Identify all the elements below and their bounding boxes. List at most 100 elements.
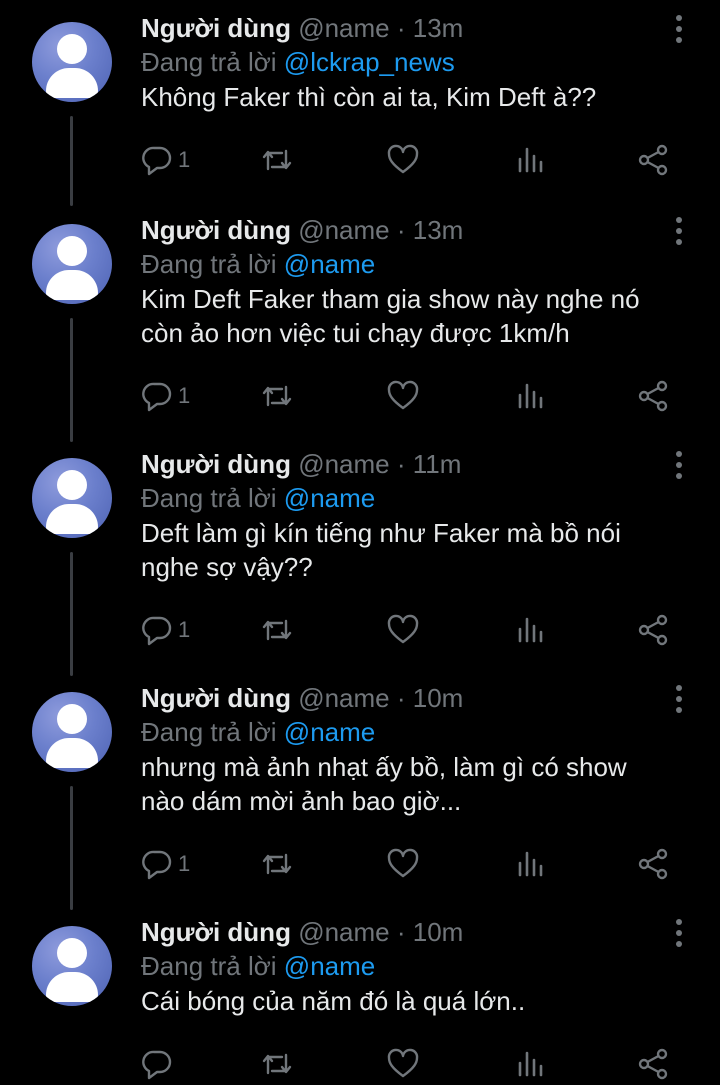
avatar[interactable]: [32, 458, 112, 538]
views-icon: [518, 383, 543, 409]
reply-button[interactable]: 1: [140, 378, 190, 414]
mention-link[interactable]: @name: [284, 249, 375, 279]
timestamp[interactable]: 13m: [413, 13, 464, 43]
separator-dot: ·: [396, 13, 406, 43]
reply-icon: [142, 1050, 172, 1080]
retweet-icon: [262, 1053, 292, 1075]
retweet-button[interactable]: [260, 142, 294, 178]
reply-button[interactable]: 1: [140, 846, 190, 882]
views-button[interactable]: [514, 1046, 548, 1082]
views-button[interactable]: [514, 142, 548, 178]
tweet[interactable]: Người dùng @name · 13m Đang trả lời @lck…: [0, 0, 720, 234]
tweet[interactable]: Người dùng @name · 10m Đang trả lời @nam…: [0, 670, 720, 910]
replying-to: Đang trả lời @name: [141, 716, 375, 748]
replying-label: Đang trả lời: [141, 47, 277, 77]
tweet-header: Người dùng @name · 13m: [141, 214, 463, 246]
timestamp[interactable]: 13m: [413, 215, 464, 245]
user-handle[interactable]: @name: [298, 13, 389, 43]
reply-button[interactable]: 1: [140, 142, 190, 178]
reply-count: 1: [178, 851, 191, 876]
tweet-text: Deft làm gì kín tiếng như Faker mà bồ nó…: [141, 518, 621, 582]
thread-connector-line: [70, 786, 73, 910]
replying-label: Đang trả lời: [141, 951, 277, 981]
separator-dot: ·: [396, 683, 406, 713]
timestamp[interactable]: 10m: [413, 683, 464, 713]
retweet-icon: [262, 853, 292, 875]
mention-link[interactable]: @name: [284, 717, 375, 747]
reply-count: 1: [178, 147, 191, 172]
tweet[interactable]: Người dùng @name · 13m Đang trả lời @nam…: [0, 202, 720, 442]
like-icon: [387, 380, 419, 410]
timestamp[interactable]: 11m: [413, 449, 462, 479]
tweet-header: Người dùng @name · 10m: [141, 916, 463, 948]
share-icon: [638, 380, 668, 412]
like-button[interactable]: [386, 142, 420, 178]
more-options-icon[interactable]: [664, 12, 694, 46]
action-bar: 1: [140, 142, 680, 178]
mention-link[interactable]: @name: [284, 951, 375, 981]
views-button[interactable]: [514, 378, 548, 414]
views-icon: [518, 617, 543, 643]
replying-to: Đang trả lời @name: [141, 950, 375, 982]
more-options-icon[interactable]: [664, 682, 694, 716]
action-bar: 1: [140, 612, 680, 648]
share-button[interactable]: [636, 1046, 670, 1082]
user-handle[interactable]: @name: [298, 683, 389, 713]
avatar[interactable]: [32, 22, 112, 102]
retweet-button[interactable]: [260, 612, 294, 648]
like-button[interactable]: [386, 1046, 420, 1082]
like-icon: [387, 1048, 419, 1078]
replying-to: Đang trả lời @name: [141, 482, 375, 514]
display-name[interactable]: Người dùng: [141, 917, 291, 947]
timestamp[interactable]: 10m: [413, 917, 464, 947]
display-name[interactable]: Người dùng: [141, 215, 291, 245]
display-name[interactable]: Người dùng: [141, 449, 291, 479]
reply-button[interactable]: 1: [140, 612, 190, 648]
share-icon: [638, 614, 668, 646]
avatar[interactable]: [32, 692, 112, 772]
share-button[interactable]: [636, 378, 670, 414]
like-button[interactable]: [386, 846, 420, 882]
share-button[interactable]: [636, 846, 670, 882]
views-icon: [518, 851, 543, 877]
share-button[interactable]: [636, 142, 670, 178]
tweet-header: Người dùng @name · 13m: [141, 12, 463, 44]
replying-label: Đang trả lời: [141, 717, 277, 747]
mention-link[interactable]: @lckrap_news: [284, 47, 455, 77]
display-name[interactable]: Người dùng: [141, 13, 291, 43]
more-options-icon[interactable]: [664, 916, 694, 950]
separator-dot: ·: [396, 449, 406, 479]
mention-link[interactable]: @name: [284, 483, 375, 513]
display-name[interactable]: Người dùng: [141, 683, 291, 713]
retweet-button[interactable]: [260, 1046, 294, 1082]
user-handle[interactable]: @name: [298, 917, 389, 947]
tweet-header: Người dùng @name · 11m: [141, 448, 461, 480]
like-button[interactable]: [386, 378, 420, 414]
avatar[interactable]: [32, 224, 112, 304]
retweet-button[interactable]: [260, 378, 294, 414]
retweet-button[interactable]: [260, 846, 294, 882]
tweet-text: nhưng mà ảnh nhạt ấy bồ, làm gì có show …: [141, 752, 627, 816]
action-bar: [140, 1046, 680, 1082]
more-options-icon[interactable]: [664, 448, 694, 482]
like-button[interactable]: [386, 612, 420, 648]
reply-button[interactable]: [140, 1046, 178, 1082]
share-button[interactable]: [636, 612, 670, 648]
tweet-header: Người dùng @name · 10m: [141, 682, 463, 714]
tweet-text: Kim Deft Faker tham gia show này nghe nó…: [141, 284, 640, 348]
tweet[interactable]: Người dùng @name · 10m Đang trả lời @nam…: [0, 904, 720, 1085]
user-handle[interactable]: @name: [298, 449, 389, 479]
more-options-icon[interactable]: [664, 214, 694, 248]
tweet-text: Không Faker thì còn ai ta, Kim Deft à??: [141, 82, 597, 112]
reply-icon: [142, 382, 172, 412]
avatar[interactable]: [32, 926, 112, 1006]
user-handle[interactable]: @name: [298, 215, 389, 245]
retweet-icon: [262, 385, 292, 407]
retweet-icon: [262, 619, 292, 641]
reply-icon: [142, 616, 172, 646]
tweet[interactable]: Người dùng @name · 11m Đang trả lời @nam…: [0, 436, 720, 676]
views-button[interactable]: [514, 846, 548, 882]
reply-count: 1: [178, 383, 191, 408]
views-button[interactable]: [514, 612, 548, 648]
share-icon: [638, 144, 668, 176]
